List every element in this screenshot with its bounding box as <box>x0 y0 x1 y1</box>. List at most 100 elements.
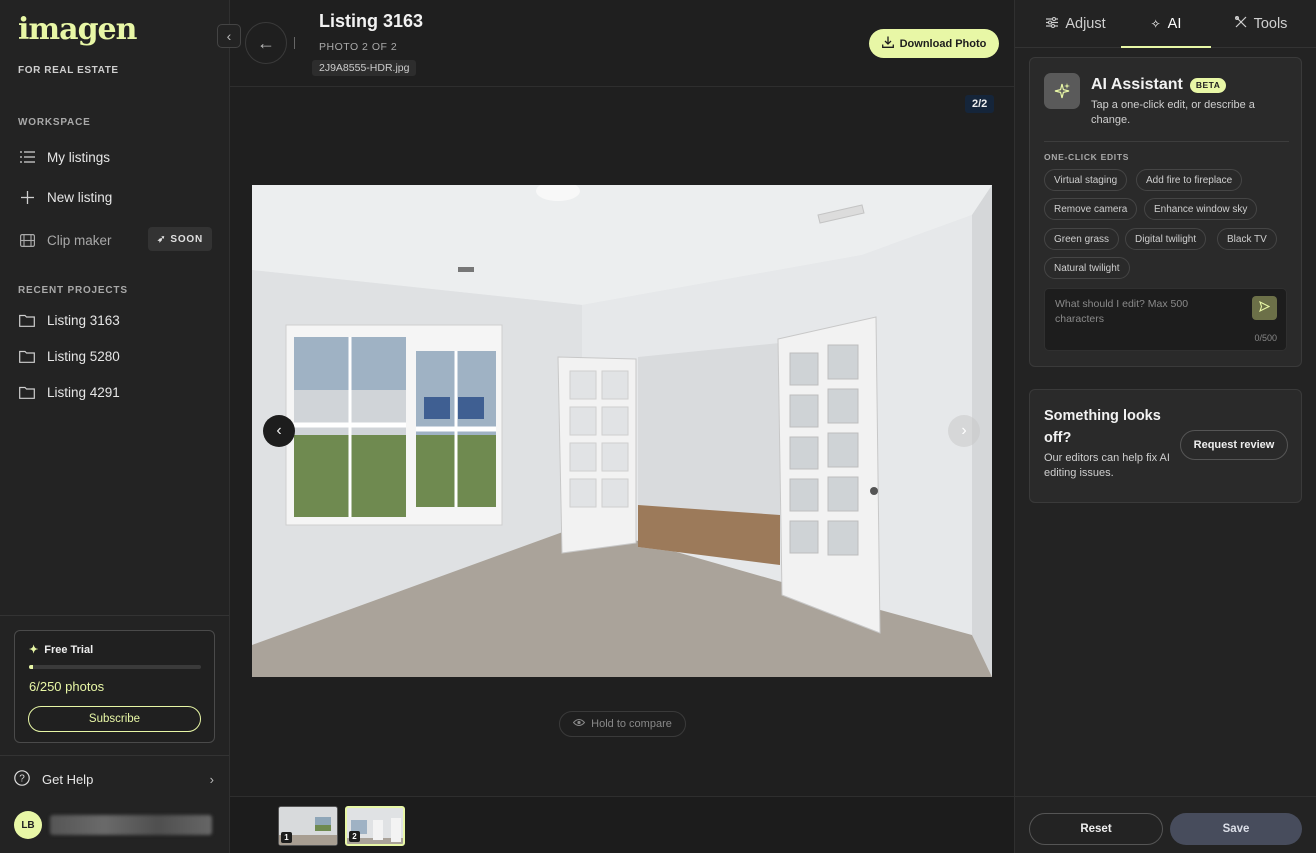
main-viewer: ← Listing 3163 PHOTO 2 OF 2 2J9A8555-HDR… <box>230 0 1014 853</box>
user-account[interactable]: LB <box>14 811 214 839</box>
one-click-edits-title: ONE-CLICK EDITS <box>1044 152 1130 162</box>
panel-tabs: Adjust ✧ AI Tools <box>1015 0 1316 48</box>
edit-chip-black-tv[interactable]: Black TV <box>1217 228 1277 250</box>
thumbnail-2[interactable]: 2 <box>345 806 405 846</box>
sidebar-item-listing-4291[interactable]: Listing 4291 <box>18 377 212 407</box>
sidebar-item-label: My listings <box>47 149 111 165</box>
trial-progress-bar <box>29 665 201 669</box>
photo-position: PHOTO 2 OF 2 <box>319 41 398 53</box>
sidebar-item-new-listing[interactable]: New listing <box>18 182 212 212</box>
send-icon <box>1259 300 1271 315</box>
topbar: ← Listing 3163 PHOTO 2 OF 2 2J9A8555-HDR… <box>230 0 1014 87</box>
trial-progress-fill <box>29 665 34 669</box>
sidebar-item-listing-3163[interactable]: Listing 3163 <box>18 305 212 335</box>
trial-photo-count: 6/250 photos <box>29 679 105 694</box>
divider <box>0 755 229 756</box>
sidebar-item-label: Clip maker <box>47 232 112 248</box>
list-icon <box>18 151 36 163</box>
filmstrip: 1 2 <box>230 796 1014 853</box>
listing-photo <box>252 185 992 677</box>
sidebar-item-listing-5280[interactable]: Listing 5280 <box>18 341 212 371</box>
thumbnail-number: 1 <box>281 832 292 843</box>
sidebar-item-label: Listing 5280 <box>47 348 120 364</box>
page-title: Listing 3163 <box>319 11 424 31</box>
arrow-left-icon: ← <box>257 32 275 53</box>
tab-tools[interactable]: Tools <box>1211 0 1311 48</box>
sidebar-item-label: New listing <box>47 189 113 205</box>
hold-to-compare-button[interactable]: Hold to compare <box>559 711 686 737</box>
sidebar-item-clip-maker[interactable]: Clip maker ➶ SOON <box>18 225 212 255</box>
folder-icon <box>18 314 36 327</box>
ai-assistant-card: AI Assistant BETA Tap a one-click edit, … <box>1029 57 1302 367</box>
prompt-placeholder: What should I edit? Max 500 characters <box>1055 298 1189 325</box>
get-help-button[interactable]: ? Get Help › <box>14 768 214 790</box>
download-icon <box>881 36 894 51</box>
chevron-right-icon: › <box>961 422 967 439</box>
sidebar: imagen FOR REAL ESTATE WORKSPACE My list… <box>0 0 230 853</box>
back-button[interactable]: ← <box>245 22 287 64</box>
brand-logo[interactable]: imagen <box>18 12 137 47</box>
workspace-title: WORKSPACE <box>18 117 91 128</box>
tools-icon <box>1234 16 1247 32</box>
send-button[interactable] <box>1252 296 1277 320</box>
sidebar-item-my-listings[interactable]: My listings <box>18 142 212 172</box>
photo-counter: 2/2 <box>965 95 995 113</box>
ai-assistant-title: AI Assistant BETA <box>1091 76 1227 94</box>
svg-text:?: ? <box>19 773 25 784</box>
ai-prompt-input[interactable]: What should I edit? Max 500 characters 0… <box>1044 288 1287 351</box>
edit-chip-enhance-window-sky[interactable]: Enhance window sky <box>1144 198 1258 220</box>
collapse-sidebar-button[interactable]: ‹ <box>217 24 241 48</box>
avatar: LB <box>14 811 42 839</box>
beta-badge: BETA <box>1189 77 1227 93</box>
request-review-card: Something looks off? Our editors can hel… <box>1029 389 1302 503</box>
folder-icon <box>18 386 36 399</box>
thumbnail-number: 2 <box>349 831 360 842</box>
edit-chip-add-fire[interactable]: Add fire to fireplace <box>1136 169 1243 191</box>
character-count: 0/500 <box>1254 333 1277 343</box>
reset-button[interactable]: Reset <box>1029 813 1163 845</box>
divider <box>0 615 229 616</box>
subscribe-button[interactable]: Subscribe <box>28 706 201 732</box>
previous-photo-button[interactable]: ‹ <box>263 415 295 447</box>
sidebar-item-label: Listing 3163 <box>47 312 120 328</box>
request-review-button[interactable]: Request review <box>1180 430 1288 460</box>
sidebar-item-label: Listing 4291 <box>47 384 120 400</box>
edit-chip-remove-camera[interactable]: Remove camera <box>1044 198 1138 220</box>
save-button[interactable]: Save <box>1170 813 1302 845</box>
edit-chip-digital-twilight[interactable]: Digital twilight <box>1125 228 1207 250</box>
film-icon <box>18 233 36 247</box>
review-description: Our editors can help fix AI editing issu… <box>1044 452 1170 479</box>
chevron-left-icon: ‹ <box>276 422 282 439</box>
edit-panel: Adjust ✧ AI Tools AI Assistant BETA Tap … <box>1014 0 1316 853</box>
tab-ai[interactable]: ✧ AI <box>1121 0 1211 48</box>
edit-chip-natural-twilight[interactable]: Natural twilight <box>1044 257 1130 279</box>
folder-icon <box>18 350 36 363</box>
divider <box>1044 141 1289 142</box>
eye-icon <box>572 718 586 730</box>
free-trial-card: ✦ Free Trial 6/250 photos Subscribe <box>14 630 215 743</box>
soon-badge: ➶ SOON <box>148 227 212 251</box>
download-label: Download Photo <box>899 37 987 50</box>
get-help-label: Get Help <box>42 771 94 787</box>
user-email-redacted <box>50 815 212 835</box>
chevron-left-icon: ‹ <box>226 28 232 44</box>
sparkles-icon: ✧ <box>1150 17 1161 31</box>
filename-badge: 2J9A8555-HDR.jpg <box>312 60 417 76</box>
thumbnail-1[interactable]: 1 <box>278 806 338 846</box>
rocket-icon: ➶ <box>157 233 167 245</box>
plus-icon <box>18 190 36 204</box>
recent-projects-title: RECENT PROJECTS <box>18 285 128 296</box>
help-circle-icon: ? <box>14 769 30 789</box>
app-window: imagen FOR REAL ESTATE WORKSPACE My list… <box>0 0 1316 853</box>
edit-chip-green-grass[interactable]: Green grass <box>1044 228 1120 250</box>
review-title: Something looks off? <box>1044 408 1161 446</box>
panel-actions: Reset Save <box>1015 796 1316 853</box>
next-photo-button[interactable]: › <box>948 415 980 447</box>
download-photo-button[interactable]: Download Photo <box>869 29 999 58</box>
brand-tagline: FOR REAL ESTATE <box>18 65 119 76</box>
free-trial-title: ✦ Free Trial <box>29 643 94 657</box>
tab-adjust[interactable]: Adjust <box>1031 0 1121 48</box>
active-tab-indicator <box>1121 46 1211 48</box>
edit-chip-virtual-staging[interactable]: Virtual staging <box>1044 169 1128 191</box>
chevron-right-icon: › <box>209 771 214 787</box>
